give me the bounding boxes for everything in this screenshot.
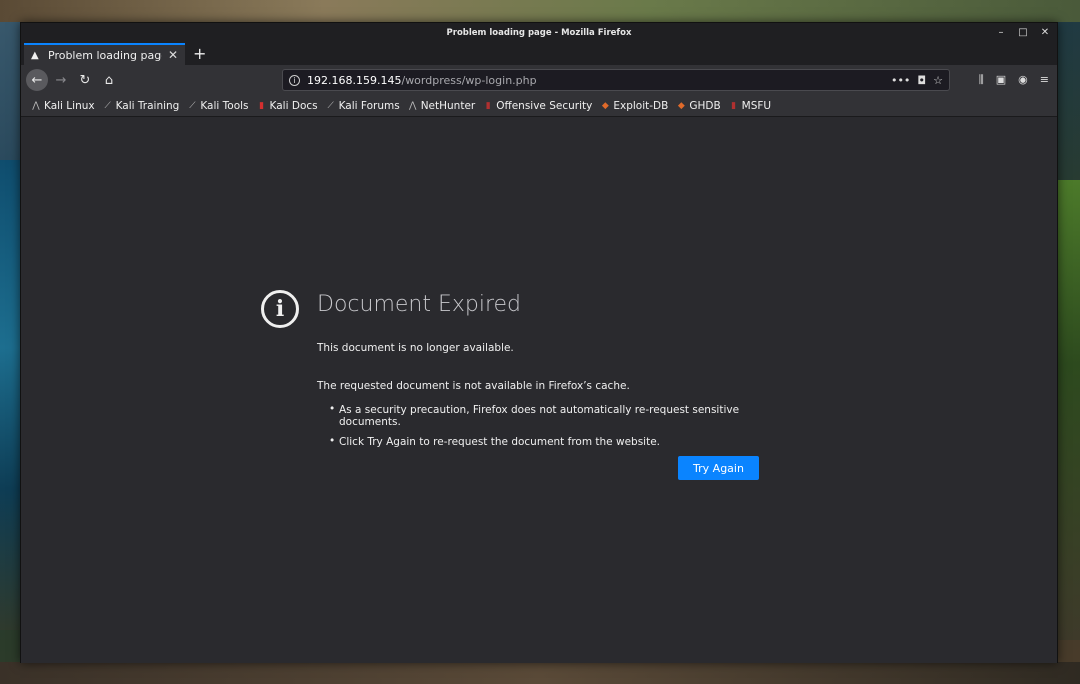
new-tab-button[interactable]: + <box>193 45 206 63</box>
bookmark-label: MSFU <box>741 99 772 112</box>
menu-icon[interactable]: ≡ <box>1040 73 1049 87</box>
bookmark-favicon-icon: ⟋ <box>189 100 196 111</box>
desktop-wallpaper-right <box>1056 180 1080 640</box>
error-bullet: Click Try Again to re-request the docume… <box>329 435 787 448</box>
desktop-wallpaper-top <box>0 0 1080 22</box>
bookmark-favicon-icon: ◆ <box>601 100 609 111</box>
bookmark-favicon-icon: ⋀ <box>408 100 417 111</box>
toolbar-right: ⫼ ▣ ◉ ≡ <box>979 73 1049 87</box>
error-title: Document Expired <box>317 292 522 317</box>
forward-button[interactable]: → <box>50 69 72 91</box>
page-actions-icon[interactable]: ••• <box>891 74 910 87</box>
bookmark-favicon-icon: ▮ <box>259 100 265 111</box>
pocket-icon[interactable]: ◘ <box>917 74 926 87</box>
bookmark-favicon-icon: ▮ <box>731 100 737 111</box>
url-host: 192.168.159.145 <box>307 73 402 87</box>
account-icon[interactable]: ◉ <box>1018 73 1028 87</box>
tab-problem-loading[interactable]: ▲ Problem loading page ✕ <box>24 43 185 65</box>
bookmark-label: Kali Linux <box>44 99 95 112</box>
bookmark-item[interactable]: ⋀ Kali Linux <box>31 99 95 112</box>
back-button[interactable]: ← <box>26 69 48 91</box>
close-tab-icon[interactable]: ✕ <box>168 48 178 62</box>
library-icon[interactable]: ⫼ <box>979 73 984 87</box>
try-again-button[interactable]: Try Again <box>678 456 759 480</box>
window-controls: – □ ✕ <box>995 26 1051 40</box>
bookmark-item[interactable]: ⟋ Kali Forums <box>326 99 400 112</box>
bookmark-label: Kali Training <box>115 99 180 112</box>
bookmark-item[interactable]: ▮ Offensive Security <box>483 99 593 112</box>
bookmark-label: Kali Docs <box>269 99 318 112</box>
error-summary: This document is no longer available. <box>317 342 514 354</box>
bookmark-favicon-icon: ⋀ <box>32 100 40 111</box>
home-button[interactable]: ⌂ <box>98 69 120 91</box>
bookmark-label: GHDB <box>689 99 721 112</box>
maximize-button[interactable]: □ <box>1017 26 1029 40</box>
warning-icon: ▲ <box>31 49 39 61</box>
error-bullet: As a security precaution, Firefox does n… <box>329 403 787 428</box>
close-window-button[interactable]: ✕ <box>1039 26 1051 40</box>
bookmark-star-icon[interactable]: ☆ <box>933 74 943 87</box>
bookmark-favicon-icon: ⟋ <box>327 100 334 111</box>
site-info-icon[interactable]: i <box>289 74 300 86</box>
bookmark-item[interactable]: ◆ Exploit-DB <box>600 100 668 112</box>
bookmark-item[interactable]: ▮ MSFU <box>729 100 771 112</box>
window-titlebar[interactable]: Problem loading page - Mozilla Firefox –… <box>21 23 1057 43</box>
bookmark-favicon-icon: ◆ <box>677 100 685 111</box>
tab-strip: ▲ Problem loading page ✕ + <box>21 43 1057 65</box>
bookmark-label: Kali Forums <box>338 99 400 112</box>
bookmark-item[interactable]: ⋀ NetHunter <box>408 99 476 112</box>
firefox-window: Problem loading page - Mozilla Firefox –… <box>20 22 1058 663</box>
tab-label: Problem loading page <box>48 48 162 62</box>
desktop-wallpaper-left <box>0 160 22 630</box>
bookmark-label: Exploit-DB <box>613 99 669 112</box>
bookmark-item[interactable]: ⟋ Kali Training <box>103 99 180 112</box>
bookmark-label: Kali Tools <box>200 99 249 112</box>
bookmark-item[interactable]: ⟋ Kali Tools <box>187 100 248 112</box>
bookmarks-toolbar: ⋀ Kali Linux ⟋ Kali Training ⟋ Kali Tools ▮ Kal… <box>21 95 1057 117</box>
url-path: /wordpress/wp-login.php <box>401 73 537 87</box>
bookmark-label: Offensive Security <box>496 99 593 112</box>
info-circle-icon: i <box>261 290 299 328</box>
window-title: Problem loading page - Mozilla Firefox <box>446 28 632 38</box>
error-detail: The requested document is not available … <box>317 380 630 392</box>
bookmark-item[interactable]: ▮ Kali Docs <box>257 100 318 112</box>
desktop-wallpaper-bottom <box>0 662 1080 684</box>
bookmark-item[interactable]: ◆ GHDB <box>676 99 721 112</box>
sidebar-icon[interactable]: ▣ <box>996 73 1006 87</box>
error-body: This document is no longer available. Th… <box>317 342 787 456</box>
minimize-button[interactable]: – <box>995 26 1007 40</box>
error-bullets: As a security precaution, Firefox does n… <box>317 403 787 448</box>
bookmark-favicon-icon: ▮ <box>485 100 491 111</box>
bookmark-favicon-icon: ⟋ <box>104 100 111 111</box>
url-text[interactable]: 192.168.159.145/wordpress/wp-login.php <box>307 74 884 87</box>
url-bar[interactable]: i 192.168.159.145/wordpress/wp-login.php… <box>282 69 950 91</box>
bookmark-label: NetHunter <box>420 99 476 112</box>
page-content: i Document Expired This document is no l… <box>21 118 1057 663</box>
reload-button[interactable]: ↻ <box>74 69 96 91</box>
